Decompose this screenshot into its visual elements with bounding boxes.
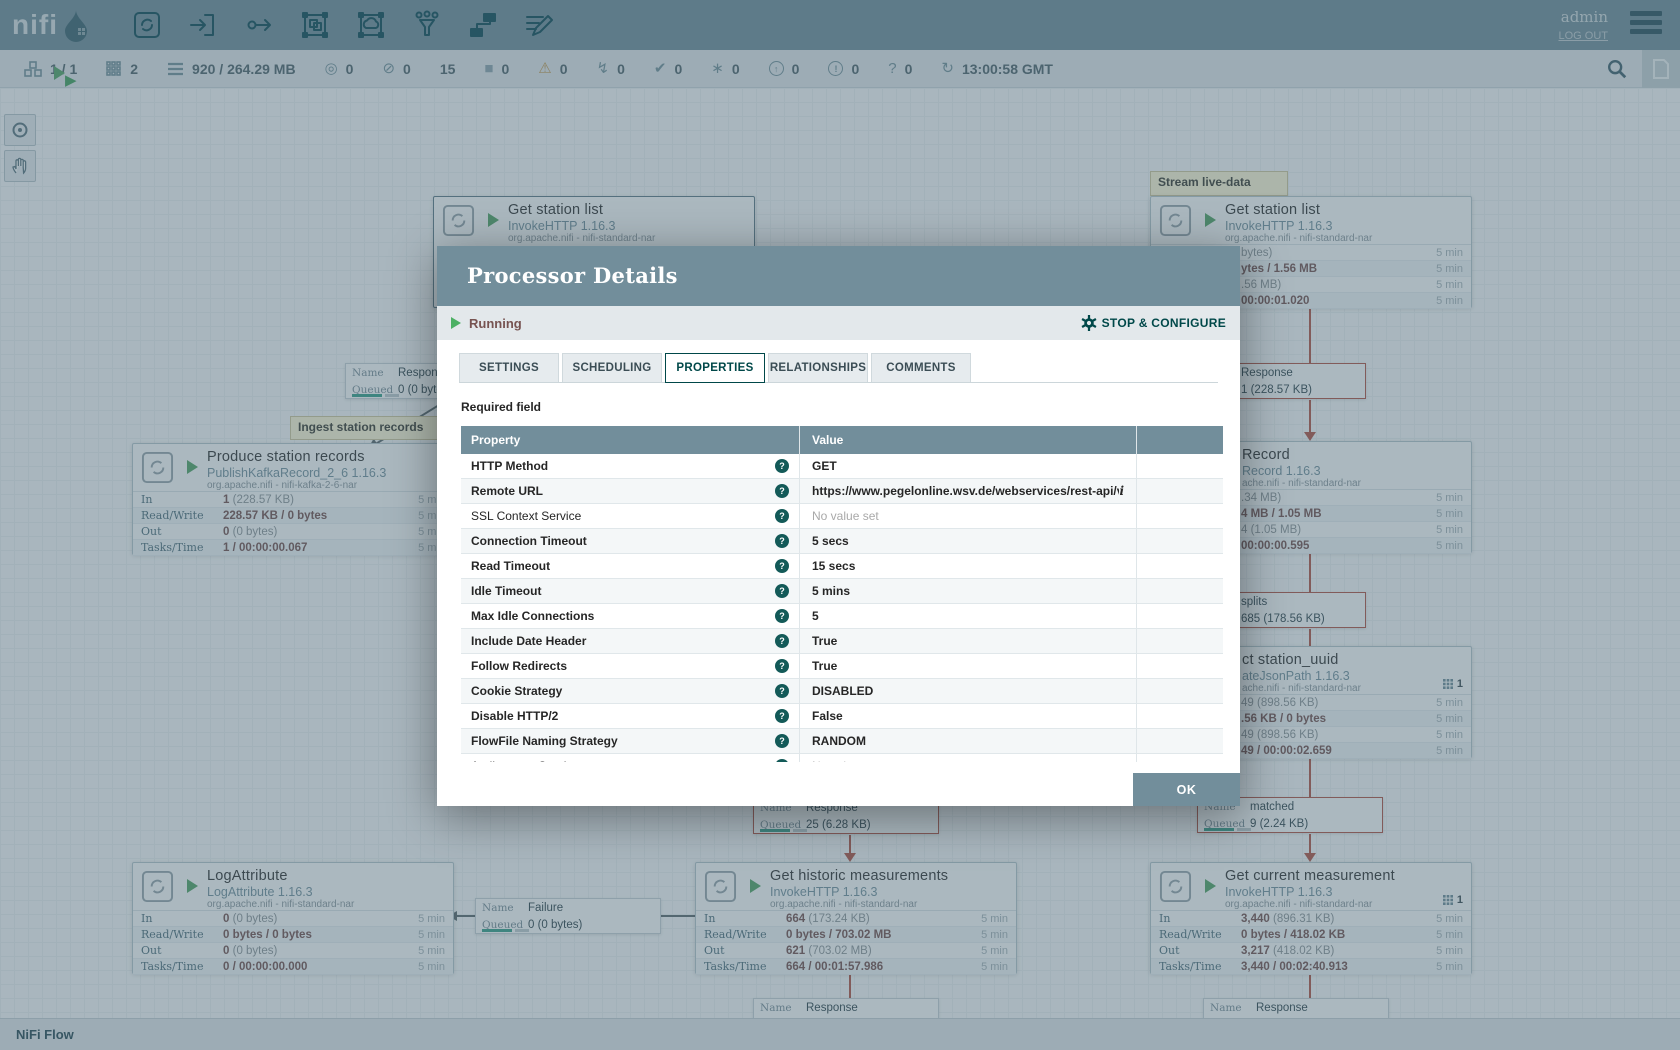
stop-and-configure-button[interactable]: STOP & CONFIGURE (1081, 315, 1226, 331)
help-icon[interactable]: ? (775, 609, 789, 623)
help-icon[interactable]: ? (775, 734, 789, 748)
property-row: Cookie Strategy? DISABLED (461, 679, 1223, 704)
property-row: HTTP Method? GET (461, 454, 1223, 479)
property-row: SSL Context Service? No value set (461, 504, 1223, 529)
help-icon[interactable]: ? (775, 634, 789, 648)
help-icon[interactable]: ? (775, 459, 789, 473)
nifi-app: nifi (0, 0, 1680, 1050)
tab-settings[interactable]: SETTINGS (459, 353, 559, 382)
help-icon[interactable]: ? (775, 534, 789, 548)
properties-table-body: HTTP Method? GET Remote URL? https://www… (461, 454, 1223, 762)
dialog-status-row: Running STOP & CONFIGURE (437, 306, 1240, 340)
ok-button[interactable]: OK (1133, 773, 1240, 806)
tab-scheduling[interactable]: SCHEDULING (562, 353, 662, 382)
tab-properties[interactable]: PROPERTIES (665, 353, 765, 383)
help-icon[interactable]: ? (775, 684, 789, 698)
info-icon[interactable]: i (1119, 484, 1124, 498)
help-icon[interactable]: ? (775, 759, 789, 762)
help-icon[interactable]: ? (775, 659, 789, 673)
value-column-header: Value (800, 426, 1137, 454)
help-icon[interactable]: ? (775, 509, 789, 523)
property-row: Disable HTTP/2? False (461, 704, 1223, 729)
property-row: Max Idle Connections? 5 (461, 604, 1223, 629)
help-icon[interactable]: ? (775, 584, 789, 598)
property-row: Follow Redirects? True (461, 654, 1223, 679)
stop-and-configure-label: STOP & CONFIGURE (1102, 316, 1226, 330)
property-row: Remote URL? https://www.pegelonline.wsv.… (461, 479, 1223, 504)
property-row: Connection Timeout? 5 secs (461, 529, 1223, 554)
help-icon[interactable]: ? (775, 709, 789, 723)
required-field-note: Required field (461, 400, 1216, 414)
property-row: Idle Timeout? 5 mins (461, 579, 1223, 604)
run-state-text: Running (469, 316, 522, 331)
help-icon[interactable]: ? (775, 484, 789, 498)
property-column-header: Property (461, 426, 800, 454)
properties-table: Property Value HTTP Method? GET Remote U… (461, 426, 1223, 762)
property-row: Read Timeout? 15 secs (461, 554, 1223, 579)
property-row: Include Date Header? True (461, 629, 1223, 654)
gear-icon (1081, 315, 1097, 331)
running-icon (451, 317, 461, 329)
dialog-tabs: SETTINGS SCHEDULING PROPERTIES RELATIONS… (459, 353, 1218, 383)
tab-relationships[interactable]: RELATIONSHIPS (768, 353, 868, 382)
dialog-title: Processor Details (437, 246, 1240, 306)
properties-table-header: Property Value (461, 426, 1223, 454)
property-row: FlowFile Naming Strategy? RANDOM (461, 729, 1223, 754)
processor-details-dialog: Processor Details Running STOP & CONFIGU… (437, 246, 1240, 806)
property-row: Attributes to Send? No value set (461, 754, 1223, 762)
help-icon[interactable]: ? (775, 559, 789, 573)
tab-comments[interactable]: COMMENTS (871, 353, 971, 382)
